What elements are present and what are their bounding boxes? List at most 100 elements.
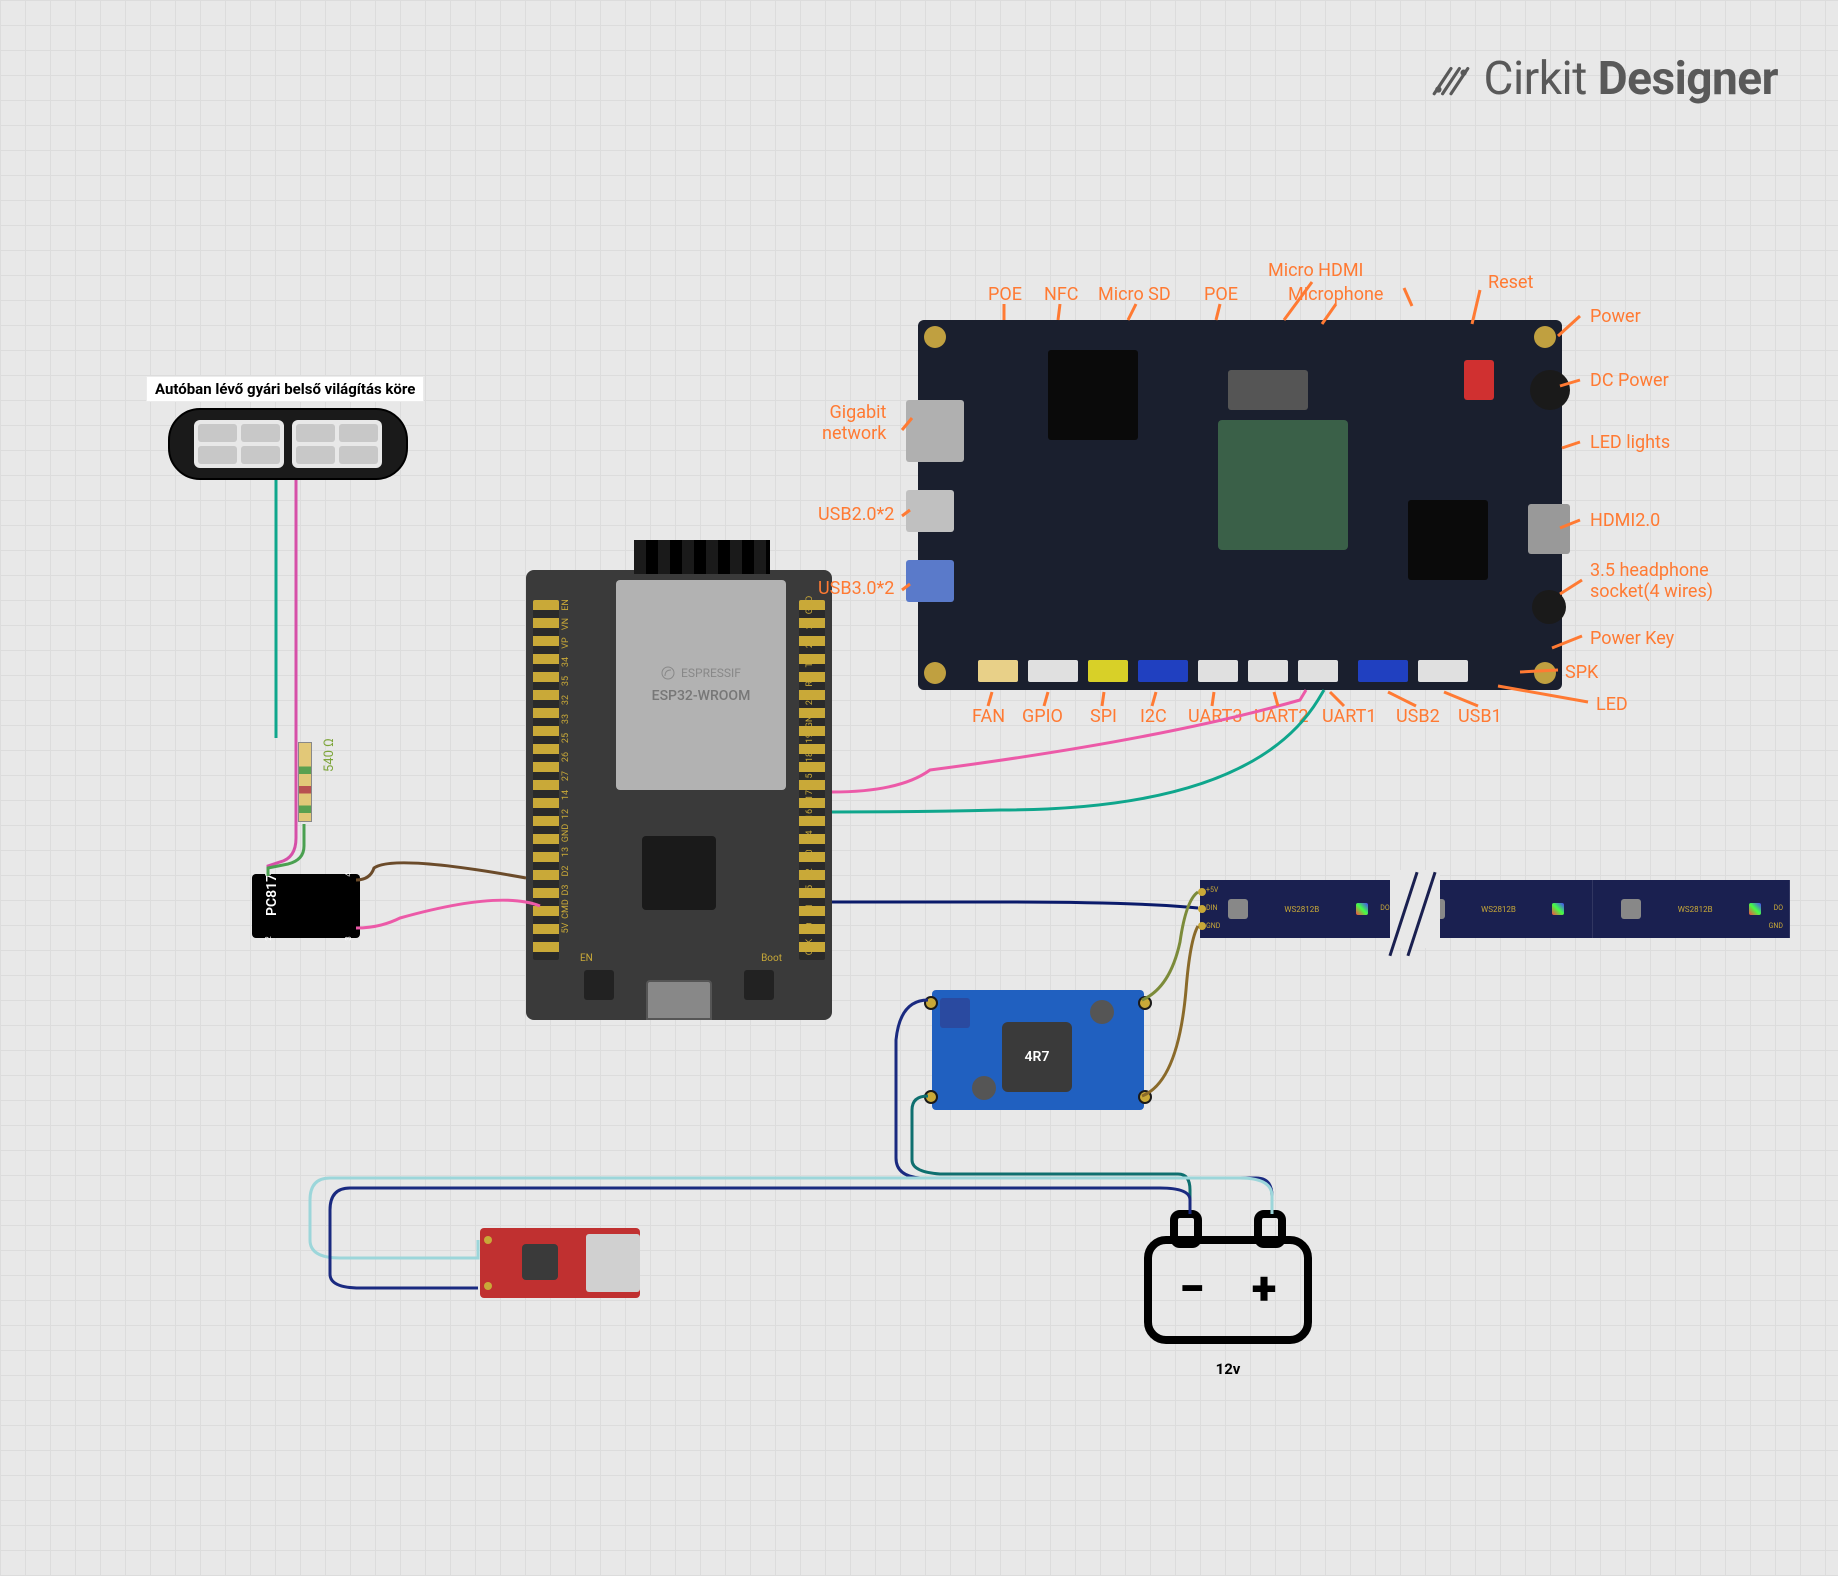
- sbc-label-spi: SPI: [1090, 706, 1117, 727]
- esp32-left-pin-CMD: CMD: [561, 899, 571, 919]
- battery-neg-icon: −: [1179, 1262, 1204, 1316]
- sbc-label-usb30: USB3.0*2: [818, 578, 894, 599]
- canvas[interactable]: Cirkit Designer Autóban lévő gyári belső…: [0, 0, 1838, 1576]
- esp32-left-pin-5V: 5V: [561, 918, 571, 938]
- esp32-right-pin-4: 4: [805, 823, 815, 843]
- esp32-left-pin-14: 14: [561, 785, 571, 805]
- en-label: EN: [580, 953, 593, 964]
- esp32-left-pin-D2: D2: [561, 861, 571, 881]
- sbc-label-led: LED: [1596, 694, 1628, 715]
- sbc-label-microsd: Micro SD: [1098, 284, 1171, 305]
- esp32-boot-button[interactable]: [744, 970, 774, 1000]
- sbc-label-spk: SPK: [1565, 662, 1598, 683]
- sbc-label-poe2: POE: [1204, 284, 1238, 305]
- light-bar-component[interactable]: Autóban lévő gyári belső világítás köre: [168, 408, 408, 480]
- sbc-reset-button[interactable]: [1464, 360, 1494, 400]
- sbc-hdmi-port: [1528, 504, 1570, 554]
- esp32-right-pin-16: 16: [805, 804, 815, 824]
- esp32-en-button[interactable]: [584, 970, 614, 1000]
- usb-buck-usb-port: [586, 1234, 640, 1292]
- esp32-left-pin-GND: GND: [561, 823, 571, 843]
- sbc-label-dcpower: DC Power: [1590, 370, 1669, 391]
- sbc-i2c-conn: [1138, 660, 1188, 682]
- esp32-right-pin-0: 0: [805, 842, 815, 862]
- sbc-uart2-conn: [1248, 660, 1288, 682]
- esp32-shield: ESPRESSIF ESP32-WROOM: [616, 580, 786, 790]
- sbc-label-power: Power: [1590, 306, 1641, 327]
- esp32-right-pin-23: 23: [805, 614, 815, 634]
- led-strip-component[interactable]: +5V DIN GND WS2812B DO WS2812B WS2812B D…: [1200, 880, 1790, 938]
- sbc-label-headphone: 3.5 headphone socket(4 wires): [1590, 560, 1713, 602]
- esp32-left-pin-33: 33: [561, 709, 571, 729]
- esp32-left-pin-VP: VP: [561, 633, 571, 653]
- sbc-label-gigabit: Gigabit network: [822, 402, 886, 444]
- esp32-right-pin-15: 15: [805, 880, 815, 900]
- battery-label: 12v: [1138, 1360, 1318, 1378]
- battery-12v[interactable]: − + 12v: [1138, 1200, 1318, 1350]
- sbc-usb20-port: [906, 490, 954, 532]
- sbc-cpu: [1218, 420, 1348, 550]
- brand-text: Cirkit Designer: [1484, 52, 1778, 106]
- esp32-model: ESP32-WROOM: [652, 688, 751, 704]
- optocoupler-name: PC817: [264, 874, 280, 916]
- pc817-pin4: 4: [344, 872, 353, 877]
- sbc-label-uart3: UART3: [1188, 706, 1242, 727]
- esp32-right-pin-2: 2: [805, 861, 815, 881]
- espressif-logo: ESPRESSIF: [661, 666, 741, 680]
- esp32-right-pin-19: 19: [805, 728, 815, 748]
- esp32-right-pin-D0: D0: [805, 918, 815, 938]
- boot-label: Boot: [761, 953, 782, 964]
- esp32-left-pin-13: 13: [561, 842, 571, 862]
- light-bar-label: Autóban lévő gyári belső világítás köre: [146, 376, 424, 402]
- sbc-board[interactable]: [918, 320, 1562, 690]
- esp32-left-pin-35: 35: [561, 671, 571, 691]
- esp32-left-pin-EN: EN: [561, 595, 571, 615]
- sbc-label-usb20: USB2.0*2: [818, 504, 894, 525]
- esp32-right-pin-21: 21: [805, 690, 815, 710]
- buck-potentiometer[interactable]: [940, 998, 970, 1028]
- resistor-component[interactable]: [298, 742, 312, 822]
- esp32-right-pin-5: 5: [805, 766, 815, 786]
- sbc-label-uart1: UART1: [1322, 706, 1376, 727]
- sbc-fan-conn: [978, 660, 1018, 682]
- sbc-label-microphone: Microphone: [1288, 284, 1383, 305]
- pc817-pin1: 1: [264, 872, 273, 877]
- sbc-label-powerkey: Power Key: [1590, 628, 1674, 649]
- sbc-label-ledlights: LED lights: [1590, 432, 1670, 453]
- led-strip-break: [1390, 870, 1440, 948]
- esp32-right-pin-18: 18: [805, 747, 815, 767]
- esp32-left-pin-25: 25: [561, 728, 571, 748]
- esp32-right-pin-CLK: CLK: [805, 937, 815, 957]
- sbc-label-gpio: GPIO: [1022, 706, 1063, 727]
- esp32-left-pin-12: 12: [561, 804, 571, 824]
- sbc-label-fan: FAN: [972, 706, 1005, 727]
- esp32-left-pin-26: 26: [561, 747, 571, 767]
- sbc-ethernet-port: [906, 400, 964, 462]
- sbc-usb2-conn: [1358, 660, 1408, 682]
- esp32-left-pin-32: 32: [561, 690, 571, 710]
- sbc-gpio-conn: [1028, 660, 1078, 682]
- esp32-usb-port: [646, 980, 712, 1020]
- sbc-label-poe1: POE: [988, 284, 1022, 305]
- esp32-board[interactable]: ESPRESSIF ESP32-WROOM EN Boot: [526, 570, 832, 1020]
- esp32-right-pin-TX: TX: [805, 652, 815, 672]
- buck-inductor: 4R7: [1002, 1022, 1072, 1092]
- sbc-label-nfc: NFC: [1044, 284, 1079, 305]
- esp32-left-pin-34: 34: [561, 652, 571, 672]
- sbc-usb30-port: [906, 560, 954, 602]
- wiring-layer: [0, 0, 1838, 1576]
- esp32-right-pin-D1: D1: [805, 899, 815, 919]
- sbc-label-usb1b: USB1: [1458, 706, 1502, 727]
- buck-converter[interactable]: 4R7: [932, 990, 1144, 1110]
- sbc-audio-jack: [1532, 590, 1566, 624]
- brand-logo: Cirkit Designer: [1430, 52, 1778, 106]
- brand-icon: [1430, 58, 1472, 100]
- sbc-uart1-conn: [1298, 660, 1338, 682]
- sbc-label-hdmi20: HDMI2.0: [1590, 510, 1660, 531]
- light-bar-body: [168, 408, 408, 480]
- esp32-right-pin-GND: GND: [805, 595, 815, 615]
- pc817-pin3: 3: [344, 936, 353, 941]
- sbc-dc-jack: [1530, 370, 1570, 410]
- sbc-label-usb2b: USB2: [1396, 706, 1440, 727]
- usb-buck-module[interactable]: [480, 1228, 640, 1298]
